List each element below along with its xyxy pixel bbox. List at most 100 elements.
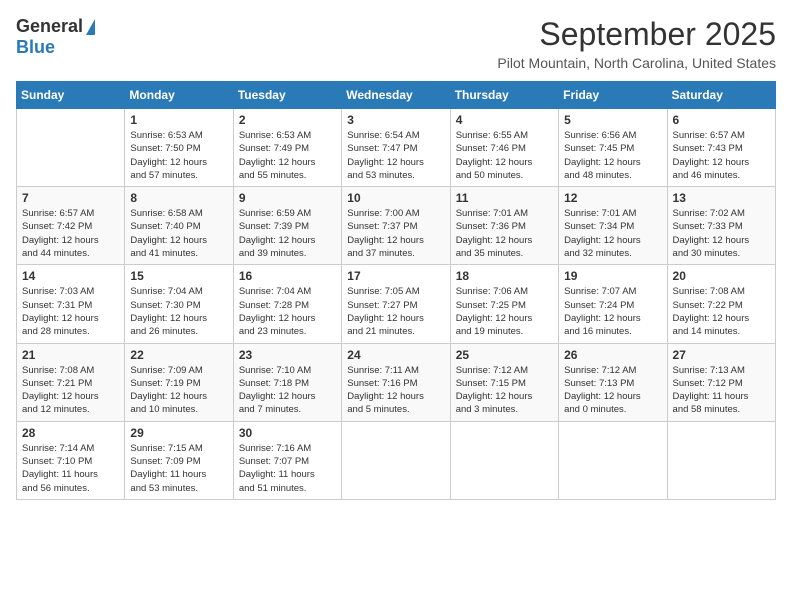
day-number: 22 xyxy=(130,348,227,362)
calendar-cell: 17Sunrise: 7:05 AM Sunset: 7:27 PM Dayli… xyxy=(342,265,450,343)
calendar-cell: 10Sunrise: 7:00 AM Sunset: 7:37 PM Dayli… xyxy=(342,187,450,265)
day-number: 2 xyxy=(239,113,336,127)
day-info: Sunrise: 7:10 AM Sunset: 7:18 PM Dayligh… xyxy=(239,364,336,417)
day-info: Sunrise: 6:53 AM Sunset: 7:50 PM Dayligh… xyxy=(130,129,227,182)
day-info: Sunrise: 7:15 AM Sunset: 7:09 PM Dayligh… xyxy=(130,442,227,495)
day-info: Sunrise: 7:11 AM Sunset: 7:16 PM Dayligh… xyxy=(347,364,444,417)
calendar-cell xyxy=(667,421,775,499)
day-number: 24 xyxy=(347,348,444,362)
calendar-cell: 21 Sunrise: 7:08 AM Sunset: 7:21 PM Dayli… xyxy=(17,343,125,421)
day-number: 12 xyxy=(564,191,661,205)
day-info: Sunrise: 7:00 AM Sunset: 7:37 PM Dayligh… xyxy=(347,207,444,260)
day-number: 29 xyxy=(130,426,227,440)
day-of-week-header: Sunday xyxy=(17,82,125,109)
calendar-cell: 15 Sunrise: 7:04 AM Sunset: 7:30 PM Dayli… xyxy=(125,265,233,343)
day-info: Sunrise: 7:01 AM Sunset: 7:36 PM Dayligh… xyxy=(456,207,553,260)
calendar-cell: 9 Sunrise: 6:59 AM Sunset: 7:39 PM Daylig… xyxy=(233,187,341,265)
day-info: Sunrise: 7:02 AM Sunset: 7:33 PM Dayligh… xyxy=(673,207,770,260)
calendar-cell: 4Sunrise: 6:55 AM Sunset: 7:46 PM Daylig… xyxy=(450,109,558,187)
day-info: Sunrise: 6:56 AM Sunset: 7:45 PM Dayligh… xyxy=(564,129,661,182)
day-info: Sunrise: 7:08 AM Sunset: 7:21 PM Dayligh… xyxy=(22,364,119,417)
calendar-cell: 14Sunrise: 7:03 AM Sunset: 7:31 PM Dayli… xyxy=(17,265,125,343)
title-section: September 2025 Pilot Mountain, North Car… xyxy=(497,16,776,71)
calendar-table: SundayMondayTuesdayWednesdayThursdayFrid… xyxy=(16,81,776,500)
page-header: General Blue September 2025 Pilot Mounta… xyxy=(16,16,776,71)
logo: General Blue xyxy=(16,16,95,58)
calendar-week-row: 7 Sunrise: 6:57 AM Sunset: 7:42 PM Daylig… xyxy=(17,187,776,265)
calendar-week-row: 1 Sunrise: 6:53 AM Sunset: 7:50 PM Daylig… xyxy=(17,109,776,187)
day-info: Sunrise: 7:12 AM Sunset: 7:15 PM Dayligh… xyxy=(456,364,553,417)
calendar-cell: 8Sunrise: 6:58 AM Sunset: 7:40 PM Daylig… xyxy=(125,187,233,265)
calendar-cell: 25 Sunrise: 7:12 AM Sunset: 7:15 PM Dayli… xyxy=(450,343,558,421)
day-info: Sunrise: 6:59 AM Sunset: 7:39 PM Dayligh… xyxy=(239,207,336,260)
day-number: 7 xyxy=(22,191,119,205)
calendar-cell xyxy=(450,421,558,499)
calendar-header-row: SundayMondayTuesdayWednesdayThursdayFrid… xyxy=(17,82,776,109)
day-number: 25 xyxy=(456,348,553,362)
calendar-week-row: 14Sunrise: 7:03 AM Sunset: 7:31 PM Dayli… xyxy=(17,265,776,343)
day-info: Sunrise: 7:04 AM Sunset: 7:28 PM Dayligh… xyxy=(239,285,336,338)
logo-general-text: General xyxy=(16,16,83,37)
day-number: 5 xyxy=(564,113,661,127)
calendar-cell xyxy=(559,421,667,499)
calendar-cell: 26 Sunrise: 7:12 AM Sunset: 7:13 PM Dayli… xyxy=(559,343,667,421)
day-info: Sunrise: 6:54 AM Sunset: 7:47 PM Dayligh… xyxy=(347,129,444,182)
calendar-cell: 23Sunrise: 7:10 AM Sunset: 7:18 PM Dayli… xyxy=(233,343,341,421)
day-of-week-header: Friday xyxy=(559,82,667,109)
location-text: Pilot Mountain, North Carolina, United S… xyxy=(497,55,776,71)
calendar-cell: 6Sunrise: 6:57 AM Sunset: 7:43 PM Daylig… xyxy=(667,109,775,187)
day-number: 18 xyxy=(456,269,553,283)
calendar-cell: 2 Sunrise: 6:53 AM Sunset: 7:49 PM Daylig… xyxy=(233,109,341,187)
day-info: Sunrise: 7:08 AM Sunset: 7:22 PM Dayligh… xyxy=(673,285,770,338)
day-number: 9 xyxy=(239,191,336,205)
day-of-week-header: Monday xyxy=(125,82,233,109)
calendar-cell: 13Sunrise: 7:02 AM Sunset: 7:33 PM Dayli… xyxy=(667,187,775,265)
day-info: Sunrise: 6:57 AM Sunset: 7:42 PM Dayligh… xyxy=(22,207,119,260)
day-info: Sunrise: 6:58 AM Sunset: 7:40 PM Dayligh… xyxy=(130,207,227,260)
day-info: Sunrise: 7:01 AM Sunset: 7:34 PM Dayligh… xyxy=(564,207,661,260)
calendar-cell xyxy=(342,421,450,499)
calendar-week-row: 28 Sunrise: 7:14 AM Sunset: 7:10 PM Dayli… xyxy=(17,421,776,499)
month-title: September 2025 xyxy=(497,16,776,53)
day-number: 16 xyxy=(239,269,336,283)
day-of-week-header: Saturday xyxy=(667,82,775,109)
day-of-week-header: Wednesday xyxy=(342,82,450,109)
day-info: Sunrise: 7:14 AM Sunset: 7:10 PM Dayligh… xyxy=(22,442,119,495)
day-number: 28 xyxy=(22,426,119,440)
day-info: Sunrise: 7:12 AM Sunset: 7:13 PM Dayligh… xyxy=(564,364,661,417)
day-number: 26 xyxy=(564,348,661,362)
day-number: 15 xyxy=(130,269,227,283)
day-number: 14 xyxy=(22,269,119,283)
calendar-cell: 18 Sunrise: 7:06 AM Sunset: 7:25 PM Dayli… xyxy=(450,265,558,343)
calendar-cell: 11Sunrise: 7:01 AM Sunset: 7:36 PM Dayli… xyxy=(450,187,558,265)
calendar-cell: 16 Sunrise: 7:04 AM Sunset: 7:28 PM Dayli… xyxy=(233,265,341,343)
calendar-cell: 28 Sunrise: 7:14 AM Sunset: 7:10 PM Dayli… xyxy=(17,421,125,499)
calendar-cell: 5 Sunrise: 6:56 AM Sunset: 7:45 PM Daylig… xyxy=(559,109,667,187)
logo-blue-text: Blue xyxy=(16,37,55,58)
calendar-cell xyxy=(17,109,125,187)
logo-arrow-icon xyxy=(86,19,95,35)
calendar-cell: 27 Sunrise: 7:13 AM Sunset: 7:12 PM Dayli… xyxy=(667,343,775,421)
day-info: Sunrise: 7:09 AM Sunset: 7:19 PM Dayligh… xyxy=(130,364,227,417)
day-info: Sunrise: 7:06 AM Sunset: 7:25 PM Dayligh… xyxy=(456,285,553,338)
day-number: 17 xyxy=(347,269,444,283)
calendar-cell: 22 Sunrise: 7:09 AM Sunset: 7:19 PM Dayli… xyxy=(125,343,233,421)
calendar-cell: 12 Sunrise: 7:01 AM Sunset: 7:34 PM Dayli… xyxy=(559,187,667,265)
day-info: Sunrise: 7:07 AM Sunset: 7:24 PM Dayligh… xyxy=(564,285,661,338)
day-number: 3 xyxy=(347,113,444,127)
calendar-cell: 7 Sunrise: 6:57 AM Sunset: 7:42 PM Daylig… xyxy=(17,187,125,265)
day-number: 27 xyxy=(673,348,770,362)
calendar-cell: 24 Sunrise: 7:11 AM Sunset: 7:16 PM Dayli… xyxy=(342,343,450,421)
calendar-cell: 3 Sunrise: 6:54 AM Sunset: 7:47 PM Daylig… xyxy=(342,109,450,187)
day-info: Sunrise: 6:55 AM Sunset: 7:46 PM Dayligh… xyxy=(456,129,553,182)
day-info: Sunrise: 6:53 AM Sunset: 7:49 PM Dayligh… xyxy=(239,129,336,182)
calendar-cell: 20Sunrise: 7:08 AM Sunset: 7:22 PM Dayli… xyxy=(667,265,775,343)
day-number: 21 xyxy=(22,348,119,362)
day-of-week-header: Tuesday xyxy=(233,82,341,109)
day-info: Sunrise: 7:13 AM Sunset: 7:12 PM Dayligh… xyxy=(673,364,770,417)
calendar-cell: 30Sunrise: 7:16 AM Sunset: 7:07 PM Dayli… xyxy=(233,421,341,499)
day-info: Sunrise: 7:04 AM Sunset: 7:30 PM Dayligh… xyxy=(130,285,227,338)
day-number: 1 xyxy=(130,113,227,127)
day-of-week-header: Thursday xyxy=(450,82,558,109)
day-info: Sunrise: 7:16 AM Sunset: 7:07 PM Dayligh… xyxy=(239,442,336,495)
